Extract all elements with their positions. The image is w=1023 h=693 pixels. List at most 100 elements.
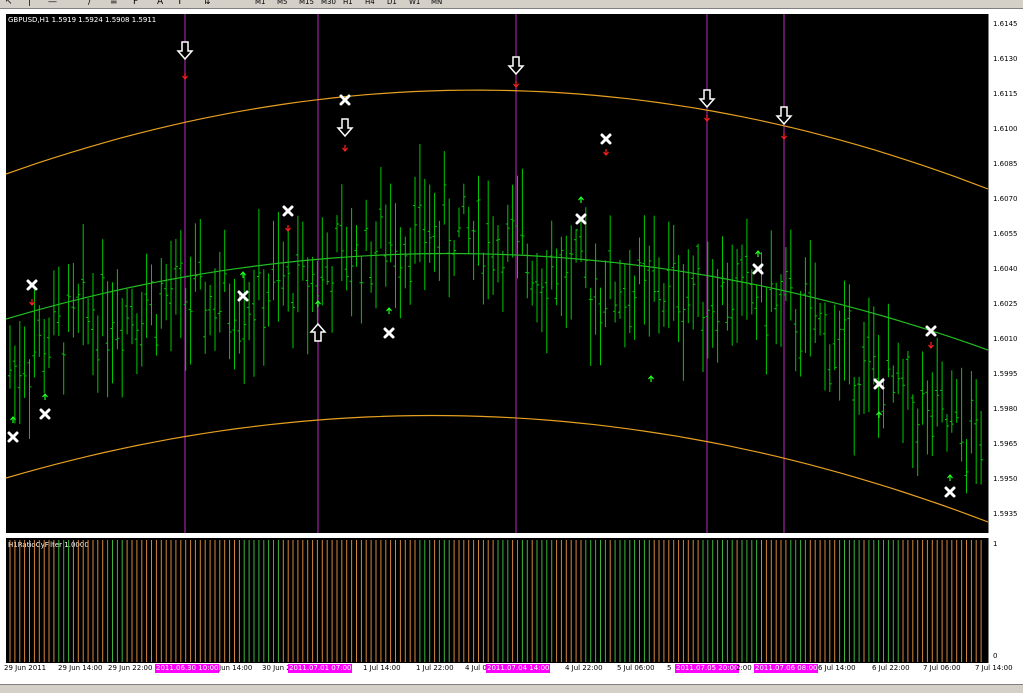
vline-icon[interactable]: | (28, 0, 31, 7)
cross-marker-icon (237, 290, 249, 302)
arrows-icon[interactable]: ⇅ (203, 0, 211, 7)
trendline-icon[interactable]: ∕ (88, 0, 91, 7)
timeframe-w1-button[interactable]: W1 (409, 0, 420, 7)
small-down-arrow-icon (704, 115, 710, 122)
small-up-arrow-icon (386, 307, 392, 314)
small-up-arrow-icon (578, 196, 584, 203)
signal-up-arrow-icon (309, 322, 327, 342)
small-up-arrow-icon (240, 271, 246, 278)
cross-marker-icon (282, 205, 294, 217)
small-down-arrow-icon (781, 133, 787, 140)
small-up-arrow-icon (876, 411, 882, 418)
time-tick-label: 4 Jul 22:00 (565, 664, 603, 672)
time-tick-label: 6 Jul 22:00 (872, 664, 910, 672)
highlighted-time-label: 2011.07.04 14:00 (486, 664, 551, 673)
small-up-arrow-icon (42, 393, 48, 400)
lower-envelope-line (5, 414, 989, 523)
price-tick-label: 1.6100 (993, 125, 1018, 133)
small-down-arrow-icon (285, 225, 291, 232)
signal-down-arrow-icon (698, 89, 716, 109)
price-chart-canvas: GBPUSD,H1 1.5919 1.5924 1.5908 1.5911 (5, 14, 989, 533)
cross-marker-icon (752, 263, 764, 275)
small-down-arrow-icon (29, 299, 35, 306)
price-tick-label: 1.6130 (993, 55, 1018, 63)
price-tick-label: 1.6145 (993, 20, 1018, 28)
price-chart[interactable]: GBPUSD,H1 1.5919 1.5924 1.5908 1.5911 (5, 14, 989, 533)
upper-envelope-line (5, 89, 989, 190)
small-up-arrow-icon (755, 250, 761, 257)
fibo-icon[interactable]: F (133, 0, 138, 7)
price-axis: 1.6145 1.6130 1.6115 1.6100 1.6085 1.6070 1.60… (988, 14, 1023, 533)
timeframe-h1-button[interactable]: H1 (343, 0, 353, 7)
price-tick-label: 1.5950 (993, 475, 1018, 483)
time-tick-label: 29 Jun 14:00 (58, 664, 103, 672)
price-tick-label: 1.6055 (993, 230, 1018, 238)
hline-icon[interactable]: — (48, 0, 57, 7)
timeframe-mn-button[interactable]: MN (431, 0, 442, 7)
small-up-arrow-icon (648, 375, 654, 382)
price-tick-label: 1.6025 (993, 300, 1018, 308)
time-tick-label: 2:00 (736, 664, 752, 672)
time-tick-label: 29 Jun 2011 (4, 664, 47, 672)
highlighted-time-label: 2011.06.30 10:00 (155, 664, 220, 673)
time-tick-label: 30 Jun 2 (262, 664, 291, 672)
timeframe-d1-button[interactable]: D1 (387, 0, 397, 7)
channel-icon[interactable]: ≡ (110, 0, 118, 7)
time-tick-label: 6 Jul 14:00 (818, 664, 856, 672)
small-up-arrow-icon (315, 300, 321, 307)
time-tick-label: 5 (667, 664, 672, 672)
highlighted-time-label: 2011.07.05 20:00 (675, 664, 740, 673)
price-tick-label: 1.5935 (993, 510, 1018, 518)
middle-band-line (5, 252, 989, 351)
price-tick-label: 1.5980 (993, 405, 1018, 413)
cursor-icon[interactable]: ↖ (5, 0, 13, 7)
time-tick-label: Jun 14:00 (219, 664, 253, 672)
small-down-arrow-icon (513, 81, 519, 88)
timeframe-m1-button[interactable]: M1 (255, 0, 266, 7)
cross-marker-icon (600, 133, 612, 145)
price-tick-label: 1.6010 (993, 335, 1018, 343)
timeframe-m15-button[interactable]: M15 (299, 0, 314, 7)
price-tick-label: 1.5965 (993, 440, 1018, 448)
small-down-arrow-icon (182, 73, 188, 80)
signal-down-arrow-icon (507, 56, 525, 76)
highlighted-time-label: 2011.07.01 07:00 (288, 664, 353, 673)
cross-marker-icon (39, 408, 51, 420)
cross-marker-icon (26, 279, 38, 291)
toolbar: ↖ | — ∕ ≡ F A T ⇅ M1 M5 M15 M30 H1 H4 D1 W1 MN (0, 0, 1023, 9)
cross-marker-icon (383, 327, 395, 339)
time-tick-label: 7 Jul 06:00 (923, 664, 961, 672)
label-icon[interactable]: T (177, 0, 183, 7)
cross-marker-icon (7, 431, 19, 443)
indicator-axis: 1 0 (988, 538, 1023, 663)
text-icon[interactable]: A (157, 0, 163, 7)
symbol-header: GBPUSD,H1 1.5919 1.5924 1.5908 1.5911 (8, 16, 156, 24)
price-tick-label: 1.6040 (993, 265, 1018, 273)
indicator-canvas: H1RatioCyFilter 1.0000 (8, 540, 982, 662)
price-tick-label: 1.6070 (993, 195, 1018, 203)
time-tick-label: 5 Jul 06:00 (617, 664, 655, 672)
small-down-arrow-icon (603, 149, 609, 156)
cross-marker-icon (944, 486, 956, 498)
signal-down-arrow-icon (176, 41, 194, 61)
time-axis: 29 Jun 2011 29 Jun 14:00 29 Jun 22:00 2011.… (0, 663, 1023, 684)
signal-down-arrow-icon (336, 118, 354, 138)
time-tick-label: 1 Jul 14:00 (363, 664, 401, 672)
timeframe-h4-button[interactable]: H4 (365, 0, 375, 7)
price-tick-label: 1.6115 (993, 90, 1018, 98)
time-tick-label: 29 Jun 22:00 (108, 664, 153, 672)
signal-down-arrow-icon (775, 106, 793, 126)
small-up-arrow-icon (947, 474, 953, 481)
indicator-panel[interactable]: H1RatioCyFilter 1.0000 (6, 538, 988, 663)
time-tick-label: 4 Jul 0 (465, 664, 487, 672)
time-tick-label: 1 Jul 22:00 (416, 664, 454, 672)
timeframe-m30-button[interactable]: M30 (321, 0, 336, 7)
price-tick-label: 1.6085 (993, 160, 1018, 168)
timeframe-m5-button[interactable]: M5 (277, 0, 288, 7)
indicator-axis-bottom: 0 (993, 652, 998, 660)
indicator-axis-top: 1 (993, 540, 998, 548)
highlighted-time-label: 2011.07.06 08:00 (754, 664, 819, 673)
time-tick-label: 7 Jul 14:00 (975, 664, 1013, 672)
small-down-arrow-icon (342, 145, 348, 152)
small-down-arrow-icon (928, 342, 934, 349)
